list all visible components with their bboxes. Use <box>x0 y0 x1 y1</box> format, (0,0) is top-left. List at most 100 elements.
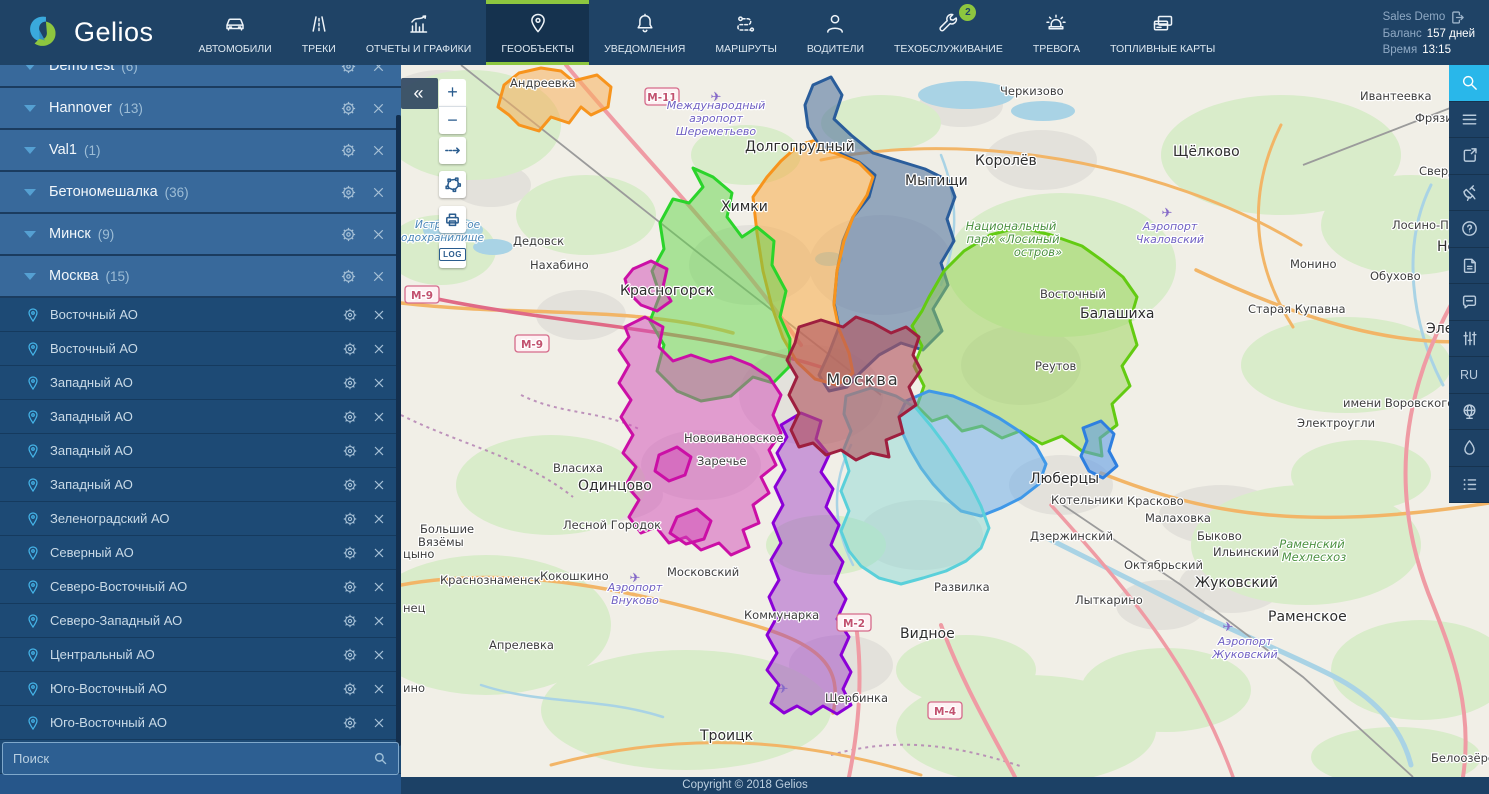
item-remove-button[interactable] <box>371 647 387 663</box>
item-settings-button[interactable] <box>342 307 358 323</box>
item-settings-button[interactable] <box>342 375 358 391</box>
item-settings-button[interactable] <box>342 579 358 595</box>
language-button[interactable]: RU <box>1449 357 1489 394</box>
nav-geoobjects[interactable]: ГЕООБЪЕКТЫ <box>486 0 589 65</box>
collapse-sidebar-button[interactable]: « <box>401 78 438 109</box>
help-button[interactable] <box>1449 211 1489 248</box>
item-settings-button[interactable] <box>342 477 358 493</box>
satellite-button[interactable] <box>1449 175 1489 212</box>
document-button[interactable] <box>1449 248 1489 285</box>
map-canvas[interactable]: ✈✈✈✈✈М-11М-9М-9М-2М-4АндреевкаМеждународ… <box>401 65 1489 777</box>
item-remove-button[interactable] <box>371 409 387 425</box>
nav-fuel-cards[interactable]: ТОПЛИВНЫЕ КАРТЫ <box>1095 0 1230 65</box>
chevron-down-icon[interactable] <box>24 65 36 70</box>
geo-group-row[interactable]: Минск(9) <box>0 214 401 256</box>
gelios-logo[interactable]: Gelios <box>0 0 184 65</box>
item-remove-button[interactable] <box>371 375 387 391</box>
group-settings-button[interactable] <box>340 226 357 243</box>
map-search-button[interactable] <box>1449 65 1489 102</box>
nav-drivers[interactable]: ВОДИТЕЛИ <box>792 0 879 65</box>
geo-item-row[interactable]: Северо-Восточный АО <box>0 570 401 604</box>
globe-button[interactable] <box>1449 394 1489 431</box>
chevron-down-icon[interactable] <box>24 273 36 280</box>
item-settings-button[interactable] <box>342 511 358 527</box>
item-remove-button[interactable] <box>371 579 387 595</box>
geo-item-row[interactable]: Западный АО <box>0 468 401 502</box>
geo-item-row[interactable]: Центральный АО <box>0 638 401 672</box>
zoom-out-button[interactable]: − <box>439 106 466 134</box>
item-settings-button[interactable] <box>342 715 358 731</box>
item-remove-button[interactable] <box>371 681 387 697</box>
nav-reports[interactable]: ОТЧЕТЫ И ГРАФИКИ <box>351 0 487 65</box>
map[interactable]: ✈✈✈✈✈М-11М-9М-9М-2М-4АндреевкаМеждународ… <box>401 65 1489 777</box>
logout-icon[interactable] <box>1450 10 1465 25</box>
sidebar-scrollbar[interactable] <box>396 115 401 746</box>
item-remove-button[interactable] <box>371 341 387 357</box>
group-settings-button[interactable] <box>340 65 357 75</box>
geo-group-row[interactable]: Hannover(13) <box>0 88 401 130</box>
nav-routes[interactable]: МАРШРУТЫ <box>700 0 792 65</box>
zoom-in-button[interactable]: + <box>439 79 466 106</box>
item-settings-button[interactable] <box>342 409 358 425</box>
log-button[interactable]: LOG <box>439 241 466 268</box>
geo-item-row[interactable]: Западный АО <box>0 366 401 400</box>
item-settings-button[interactable] <box>342 443 358 459</box>
geo-item-row[interactable]: Восточный АО <box>0 298 401 332</box>
filters-button[interactable] <box>1449 321 1489 358</box>
nav-maintenance[interactable]: 2 ТЕХОБСЛУЖИВАНИЕ <box>879 0 1018 65</box>
geo-item-row[interactable]: Западный АО <box>0 434 401 468</box>
item-settings-button[interactable] <box>342 681 358 697</box>
geo-item-row[interactable]: Западный АО <box>0 400 401 434</box>
nav-label: ВОДИТЕЛИ <box>807 43 864 55</box>
group-remove-button[interactable] <box>370 142 387 159</box>
geo-item-row[interactable]: Северо-Западный АО <box>0 604 401 638</box>
measure-distance-button[interactable] <box>439 137 466 164</box>
nav-tracks[interactable]: ТРЕКИ <box>287 0 351 65</box>
geo-item-row[interactable]: Зеленоградский АО <box>0 502 401 536</box>
group-remove-button[interactable] <box>370 268 387 285</box>
geo-group-row[interactable]: Москва(15) <box>0 256 401 298</box>
chevron-down-icon[interactable] <box>24 147 36 154</box>
chevron-down-icon[interactable] <box>24 231 36 238</box>
search-input[interactable] <box>3 751 373 766</box>
chevron-down-icon[interactable] <box>24 189 36 196</box>
group-settings-button[interactable] <box>340 268 357 285</box>
item-settings-button[interactable] <box>342 545 358 561</box>
item-remove-button[interactable] <box>371 477 387 493</box>
draw-polygon-button[interactable] <box>439 171 466 198</box>
expand-button[interactable] <box>1449 138 1489 175</box>
nav-alarm[interactable]: ТРЕВОГА <box>1018 0 1095 65</box>
group-remove-button[interactable] <box>370 184 387 201</box>
fuel-drop-button[interactable] <box>1449 430 1489 467</box>
item-settings-button[interactable] <box>342 613 358 629</box>
item-remove-button[interactable] <box>371 307 387 323</box>
item-remove-button[interactable] <box>371 715 387 731</box>
group-remove-button[interactable] <box>370 100 387 117</box>
item-remove-button[interactable] <box>371 613 387 629</box>
group-settings-button[interactable] <box>340 100 357 117</box>
geo-group-row[interactable]: DemoTest(6) <box>0 65 401 88</box>
nav-notifications[interactable]: УВЕДОМЛЕНИЯ <box>589 0 700 65</box>
map-label: Новоивановское <box>684 431 784 445</box>
item-remove-button[interactable] <box>371 511 387 527</box>
nav-vehicles[interactable]: АВТОМОБИЛИ <box>184 0 287 65</box>
item-settings-button[interactable] <box>342 647 358 663</box>
item-remove-button[interactable] <box>371 443 387 459</box>
item-settings-button[interactable] <box>342 341 358 357</box>
legend-button[interactable] <box>1449 467 1489 504</box>
print-map-button[interactable] <box>439 206 466 233</box>
geo-item-row[interactable]: Юго-Восточный АО <box>0 672 401 706</box>
geo-group-row[interactable]: Val1(1) <box>0 130 401 172</box>
geo-item-row[interactable]: Северный АО <box>0 536 401 570</box>
group-settings-button[interactable] <box>340 184 357 201</box>
group-remove-button[interactable] <box>370 65 387 75</box>
geo-item-row[interactable]: Юго-Восточный АО <box>0 706 401 740</box>
chevron-down-icon[interactable] <box>24 105 36 112</box>
geo-item-row[interactable]: Восточный АО <box>0 332 401 366</box>
group-remove-button[interactable] <box>370 226 387 243</box>
layers-menu-button[interactable] <box>1449 102 1489 139</box>
chat-button[interactable] <box>1449 284 1489 321</box>
group-settings-button[interactable] <box>340 142 357 159</box>
item-remove-button[interactable] <box>371 545 387 561</box>
geo-group-row[interactable]: Бетономешалка(36) <box>0 172 401 214</box>
